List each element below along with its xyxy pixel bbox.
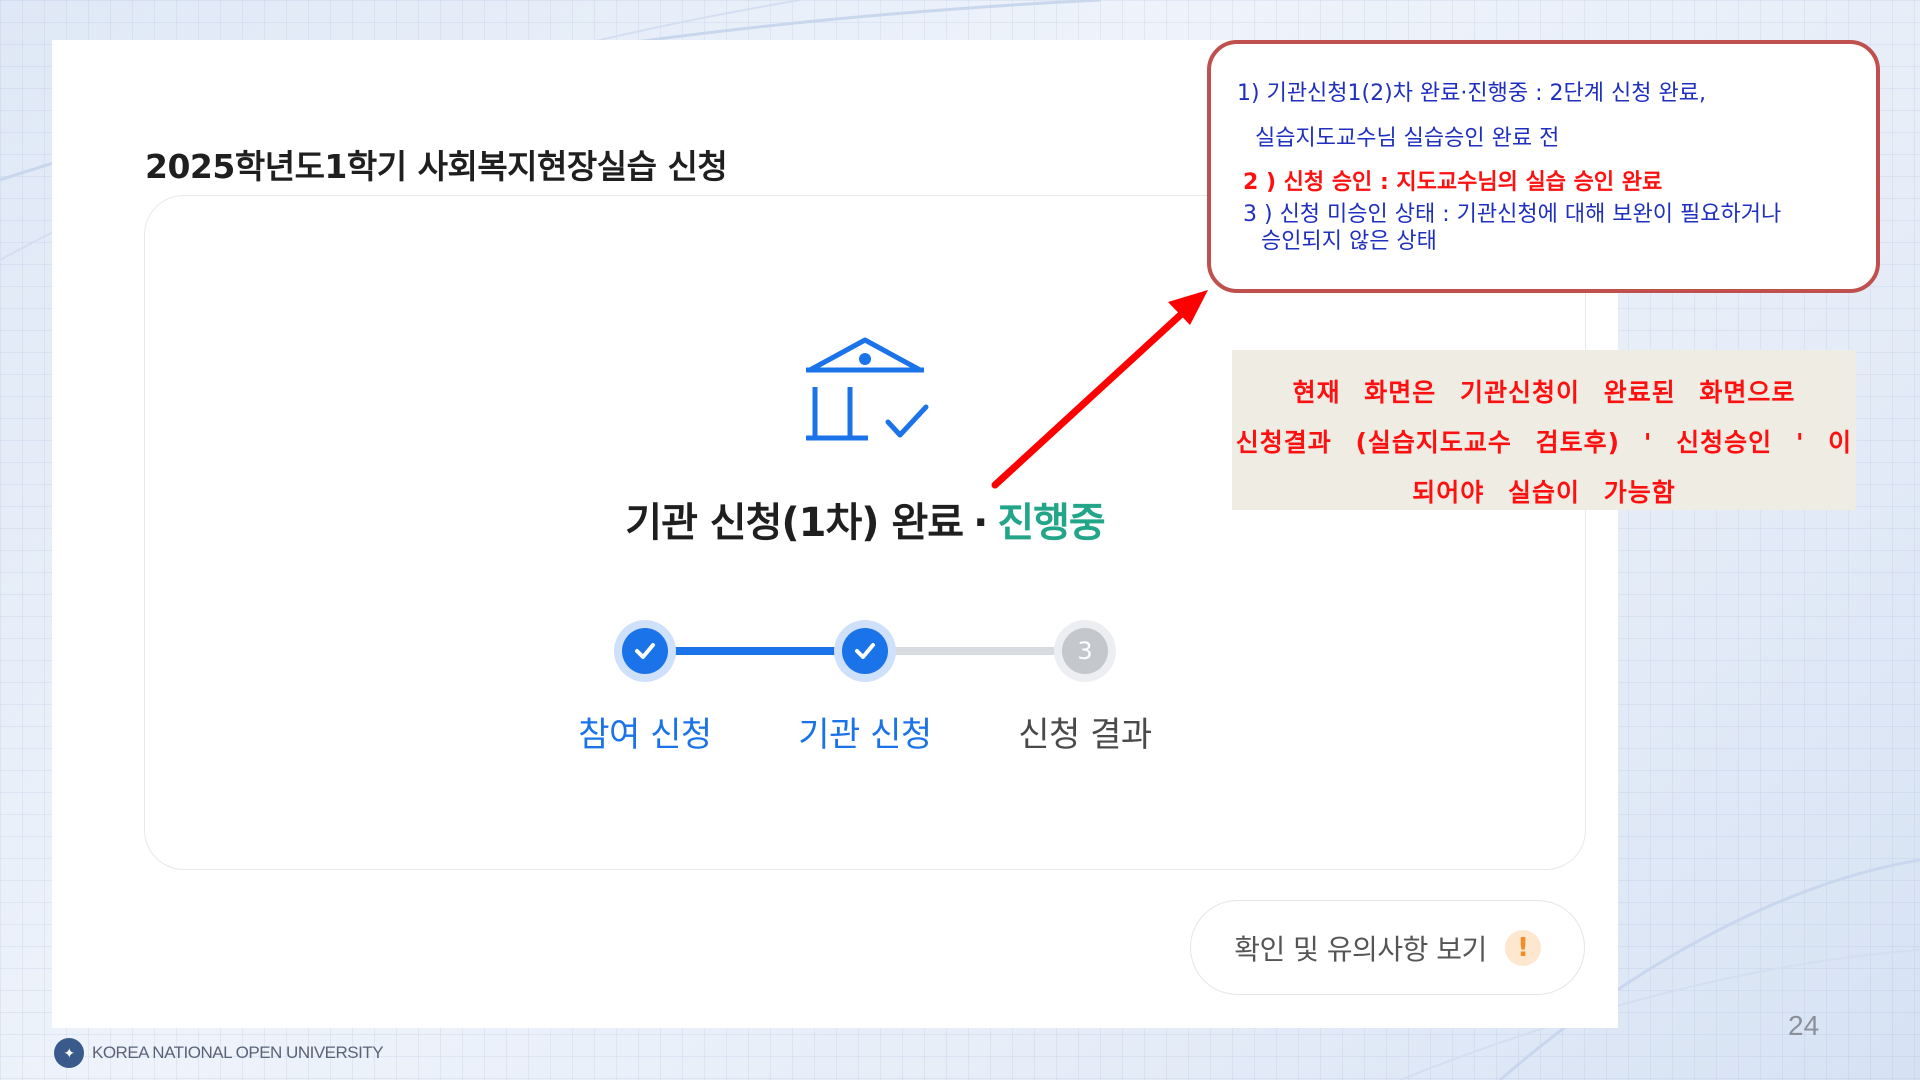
status-main-text: 기관 신청(1차) 완료 [625, 500, 964, 546]
university-emblem-icon: ✦ [54, 1038, 84, 1068]
page-title: 2025학년도1학기 사회복지현장실습 신청 [145, 147, 728, 186]
institution-check-icon [806, 337, 929, 441]
notice-button-label: 확인 및 유의사항 보기 [1234, 932, 1487, 966]
warning-icon: ! [1504, 929, 1541, 966]
callout-line-2: 실습지도교수님 실습승인 완료 전 [1255, 125, 1560, 151]
explanation-note: 현재 화면은 기관신청이 완료된 화면으로 신청결과 (실습지도교수 검토후) … [1232, 350, 1856, 510]
status-progress-text: 진행중 [997, 500, 1105, 546]
callout-line-4: 3 ) 신청 미승인 상태 : 기관신청에 대해 보완이 필요하거나 [1243, 201, 1782, 227]
callout-line-3: 2 ) 신청 승인 : 지도교수님의 실습 승인 완료 [1243, 170, 1663, 195]
callout-line-5: 승인되지 않은 상태 [1261, 229, 1437, 254]
notice-button[interactable]: 확인 및 유의사항 보기 ! [1190, 900, 1585, 995]
callout-line-1: 1) 기관신청1(2)차 완료·진행중 : 2단계 신청 완료, [1237, 81, 1706, 106]
footer-brand-text: KOREA NATIONAL OPEN UNIVERSITY [92, 1043, 384, 1062]
status-separator: · [973, 500, 988, 546]
note-line-3: 되어야 실습이 가능함 [1412, 478, 1676, 507]
footer-logo: ✦ KOREA NATIONAL OPEN UNIVERSITY [54, 1038, 384, 1068]
note-line-1: 현재 화면은 기관신청이 완료된 화면으로 [1292, 378, 1796, 407]
note-line-2: 신청결과 (실습지도교수 검토후) ' 신청승인 ' 이 [1235, 428, 1853, 457]
page-number: 24 [1788, 1010, 1820, 1041]
status-legend-callout: 1) 기관신청1(2)차 완료·진행중 : 2단계 신청 완료, 실습지도교수님… [1207, 40, 1880, 293]
